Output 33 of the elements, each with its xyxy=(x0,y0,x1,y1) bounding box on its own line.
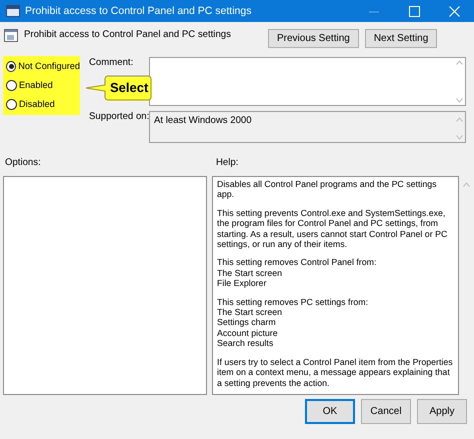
help-paragraph: If users try to select a Control Panel item from the Properties item on a context menu, a message appears explaining that a setting prevents the action. xyxy=(217,356,454,388)
app-icon xyxy=(6,5,20,17)
setting-title: Prohibit access to Control Panel and PC settings xyxy=(24,29,232,40)
dialog-button[interactable]: OK xyxy=(305,399,355,424)
help-paragraph: This setting removes Control Panel from: The Start screen File Explorer xyxy=(217,257,378,289)
dialog-button[interactable]: Cancel xyxy=(361,399,411,424)
comment-label: Comment: xyxy=(89,57,134,70)
radio-option[interactable]: Not Configured xyxy=(6,59,80,73)
radio-button[interactable] xyxy=(6,80,17,90)
close-icon[interactable] xyxy=(448,6,460,16)
scroll-up-icon[interactable] xyxy=(462,182,470,187)
scroll-up-icon[interactable] xyxy=(456,60,462,65)
window-title: Prohibit access to Control Panel and PC settings xyxy=(25,5,252,17)
scroll-down-icon[interactable] xyxy=(456,135,462,140)
supported-label: Supported on: xyxy=(89,111,149,124)
nav-button[interactable]: Previous Setting xyxy=(268,29,359,48)
nav-button[interactable]: Next Setting xyxy=(364,29,438,48)
callout-text: Select xyxy=(110,80,148,95)
maximize-icon[interactable] xyxy=(408,6,420,16)
radio-option[interactable]: Disabled xyxy=(6,97,80,111)
help-label: Help: xyxy=(216,157,238,170)
help-paragraph: Disables all Control Panel programs and the PC settings app. xyxy=(217,179,438,200)
options-label: Options: xyxy=(5,157,41,168)
radio-button[interactable] xyxy=(6,98,17,110)
radio-button[interactable] xyxy=(6,60,16,72)
supported-field: At least Windows 2000 xyxy=(149,111,466,143)
dialog-button[interactable]: Apply xyxy=(417,399,467,424)
help-paragraph: This setting removes PC settings from: The Start screen Settings charm Account picture Search results xyxy=(217,296,370,349)
scroll-up-icon[interactable] xyxy=(456,117,462,122)
radio-option[interactable]: Enabled xyxy=(6,78,80,92)
help-paragraph: This setting prevents Control.exe and SystemSettings.exe, the program files for Control Panel and PC settings, from starting. As a result, users cannot start Control Panel or PC settings, or run any of their items. xyxy=(217,208,448,250)
policy-icon xyxy=(4,29,18,42)
scroll-down-icon[interactable] xyxy=(456,98,462,103)
